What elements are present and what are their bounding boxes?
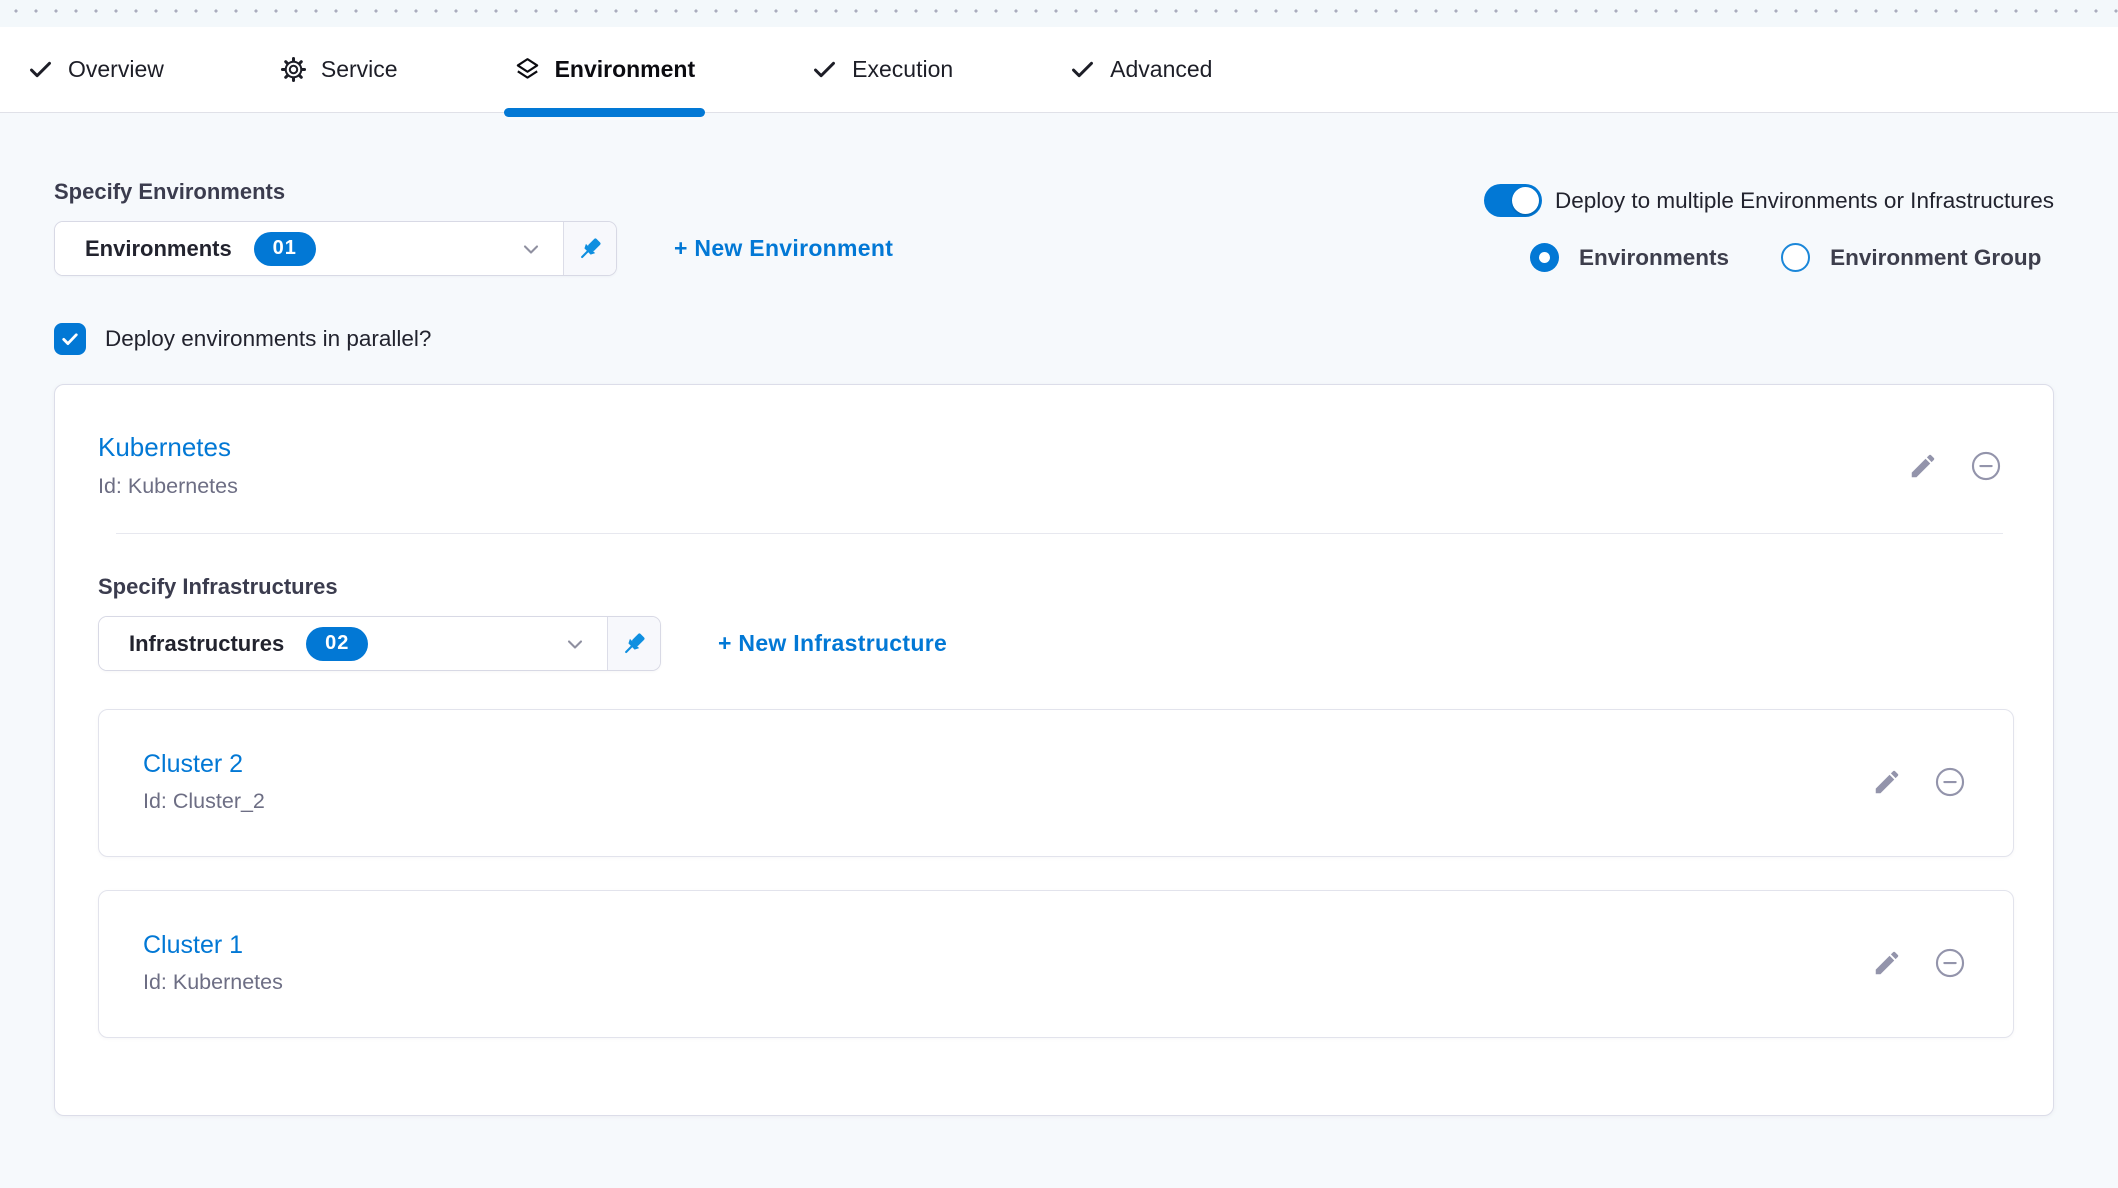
infrastructure-name-link[interactable]: Cluster 2 [143, 750, 265, 779]
tab-advanced[interactable]: Advanced [1059, 27, 1222, 112]
new-infrastructure-link[interactable]: + New Infrastructure [718, 630, 947, 657]
environments-count-badge: 01 [254, 232, 316, 266]
deploy-parallel-label: Deploy environments in parallel? [105, 326, 431, 352]
layers-icon [514, 56, 541, 83]
pipeline-canvas-dots [0, 0, 2118, 27]
infrastructure-id-text: Id: Cluster_2 [143, 789, 265, 814]
minus-circle-icon [1933, 765, 1967, 799]
stage-tabbar: Overview Service Environment Execution A… [0, 27, 2118, 113]
environment-id-text: Id: Kubernetes [98, 474, 238, 499]
radio-environments-label: Environments [1579, 245, 1729, 271]
environment-card-kubernetes: Kubernetes Id: Kubernetes Specify In [54, 384, 2054, 1116]
deploy-parallel-checkbox[interactable] [54, 323, 86, 355]
chevron-down-icon [563, 632, 587, 656]
environments-dropdown-label: Environments [85, 236, 232, 262]
tab-label: Service [321, 56, 398, 83]
remove-infrastructure-button[interactable] [1933, 946, 1967, 980]
pushpin-icon [619, 629, 649, 659]
tab-service[interactable]: Service [270, 27, 408, 112]
infrastructures-count-badge: 02 [306, 627, 368, 661]
infrastructure-card-titles: Cluster 2 Id: Cluster_2 [143, 750, 265, 814]
tab-label: Advanced [1110, 56, 1212, 83]
remove-environment-button[interactable] [1969, 449, 2003, 483]
minus-circle-icon [1933, 946, 1967, 980]
edit-environment-button[interactable] [1908, 451, 1938, 481]
radio-environment-group-label: Environment Group [1830, 245, 2041, 271]
infrastructure-card-titles: Cluster 1 Id: Kubernetes [143, 931, 283, 995]
pencil-icon [1872, 767, 1902, 797]
environments-dropdown-field[interactable]: Environments 01 [55, 222, 563, 275]
infrastructures-dropdown-label: Infrastructures [129, 631, 284, 657]
check-icon [811, 56, 838, 83]
infrastructures-dropdown[interactable]: Infrastructures 02 [98, 616, 661, 671]
pencil-icon [1872, 948, 1902, 978]
infrastructure-card-cluster-1: Cluster 1 Id: Kubernetes [98, 890, 2014, 1038]
gear-icon [280, 56, 307, 83]
card-divider [116, 533, 2003, 534]
infrastructure-id-text: Id: Kubernetes [143, 970, 283, 995]
specify-infrastructures-heading: Specify Infrastructures [98, 574, 2003, 600]
pushpin-icon [575, 234, 605, 264]
minus-circle-icon [1969, 449, 2003, 483]
environment-tab-panel: Specify Environments Environments 01 [0, 113, 2118, 1116]
infrastructures-dropdown-field[interactable]: Infrastructures 02 [99, 617, 607, 670]
tab-overview[interactable]: Overview [17, 27, 174, 112]
deploy-multiple-toggle-label: Deploy to multiple Environments or Infra… [1555, 188, 2054, 214]
tab-label: Overview [68, 56, 164, 83]
tab-execution[interactable]: Execution [801, 27, 963, 112]
toggle-knob [1512, 187, 1539, 214]
environment-card-titles: Kubernetes Id: Kubernetes [98, 432, 238, 499]
infrastructure-card-cluster-2: Cluster 2 Id: Cluster_2 [98, 709, 2014, 857]
environment-name-link[interactable]: Kubernetes [98, 432, 238, 463]
specify-environments-heading: Specify Environments [54, 179, 893, 205]
check-icon [1069, 56, 1096, 83]
radio-selected-icon [1530, 243, 1559, 272]
tab-label: Execution [852, 56, 953, 83]
infrastructures-pin-button[interactable] [607, 617, 660, 670]
environments-pin-button[interactable] [563, 222, 616, 275]
edit-infrastructure-button[interactable] [1872, 767, 1902, 797]
deploy-multiple-toggle[interactable] [1484, 184, 1542, 217]
infrastructure-name-link[interactable]: Cluster 1 [143, 931, 283, 960]
pencil-icon [1908, 451, 1938, 481]
radio-environments[interactable]: Environments [1530, 243, 1729, 272]
check-icon [27, 56, 54, 83]
tab-environment[interactable]: Environment [504, 27, 706, 112]
remove-infrastructure-button[interactable] [1933, 765, 1967, 799]
chevron-down-icon [519, 237, 543, 261]
new-environment-link[interactable]: + New Environment [674, 235, 893, 262]
environments-dropdown[interactable]: Environments 01 [54, 221, 617, 276]
radio-environment-group[interactable]: Environment Group [1781, 243, 2041, 272]
radio-unselected-icon [1781, 243, 1810, 272]
edit-infrastructure-button[interactable] [1872, 948, 1902, 978]
check-icon [60, 329, 80, 349]
tab-label: Environment [555, 56, 696, 83]
